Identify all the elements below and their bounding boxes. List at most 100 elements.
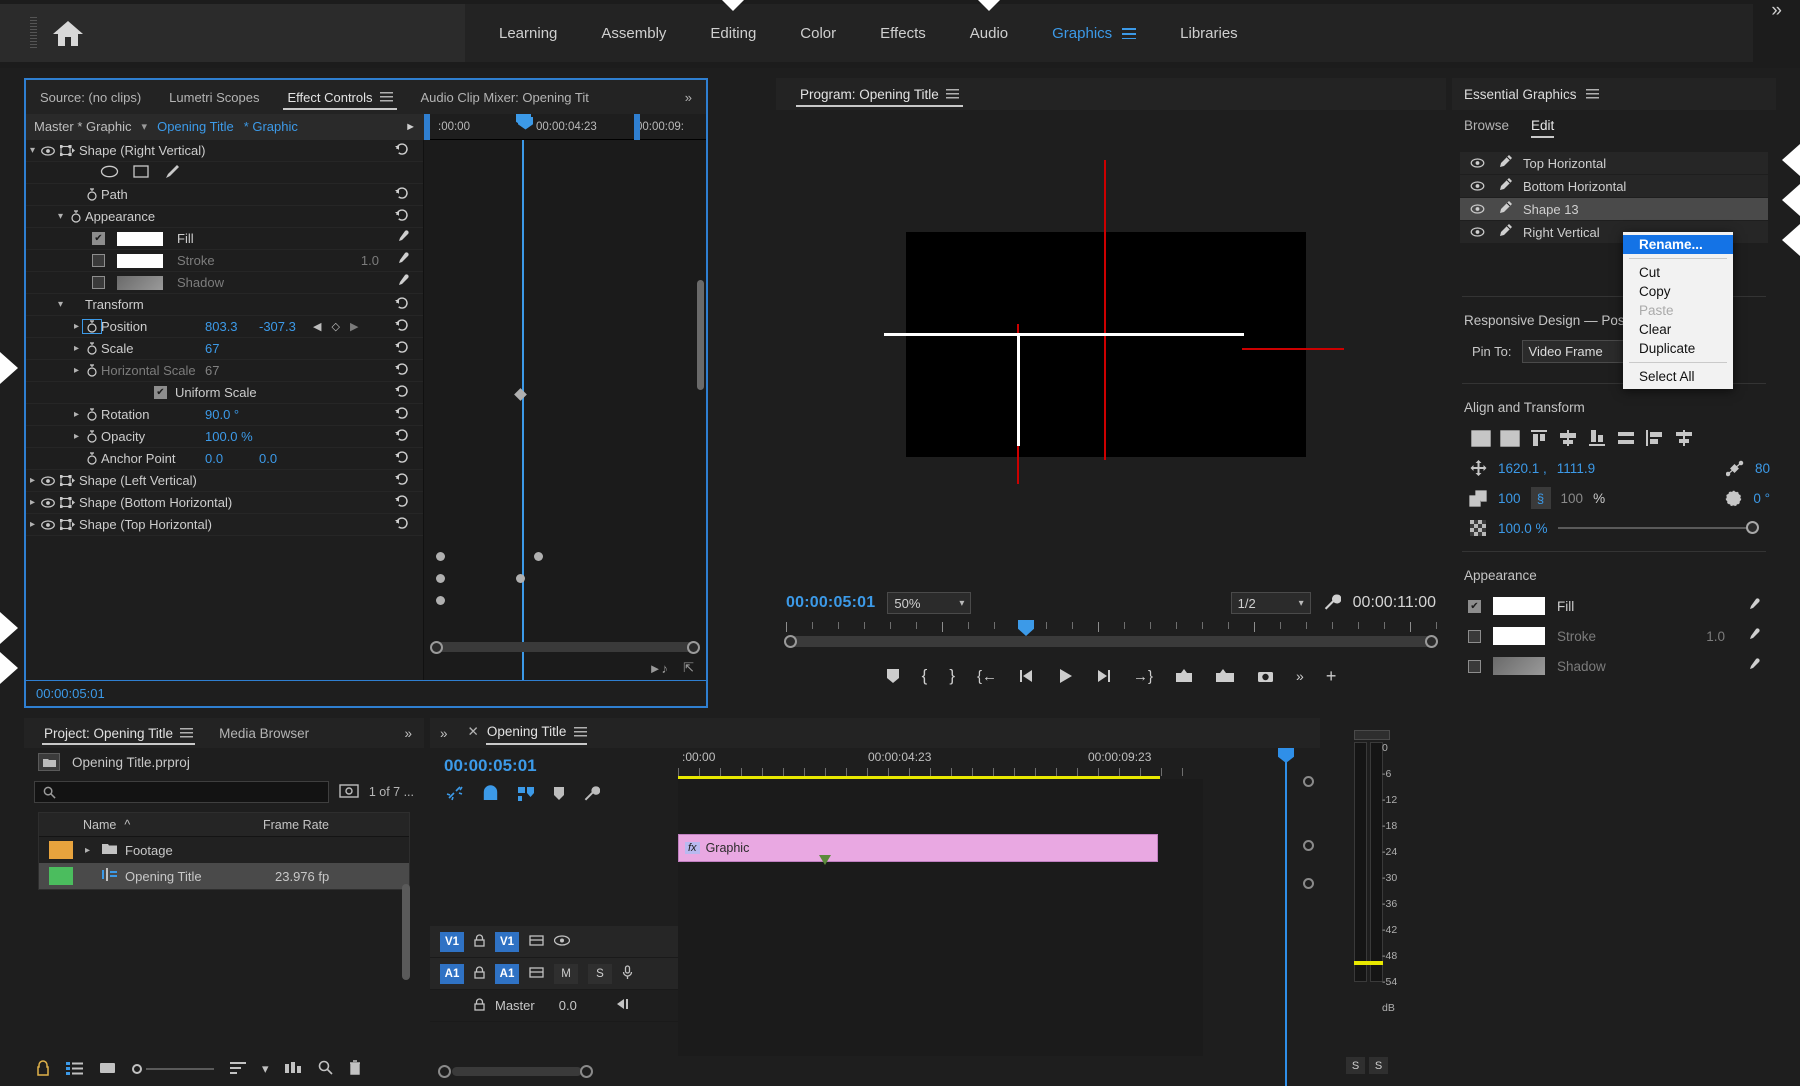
workspace-overflow-button[interactable]: »	[1753, 0, 1800, 68]
close-icon[interactable]: ✕	[468, 724, 479, 740]
color-swatch[interactable]	[117, 254, 163, 268]
timeline-ruler[interactable]: :00:0000:00:04:2300:00:09:23	[678, 748, 1203, 778]
step-forward-icon[interactable]	[1095, 669, 1111, 683]
disclosure-triangle[interactable]: ▾	[54, 211, 67, 222]
lift-icon[interactable]	[1175, 669, 1193, 683]
eye-icon[interactable]	[39, 498, 57, 508]
align-left-icon[interactable]	[1640, 425, 1669, 451]
stopwatch-icon[interactable]	[83, 342, 101, 355]
sync-lock-icon[interactable]	[529, 966, 544, 982]
reset-icon[interactable]	[394, 494, 409, 511]
context-menu-item-duplicate[interactable]: Duplicate	[1623, 339, 1733, 358]
keyframe-playhead[interactable]	[522, 140, 524, 680]
eye-icon[interactable]	[1468, 158, 1486, 168]
property-row[interactable]: ▸Opacity100.0 %	[26, 426, 423, 448]
disclosure-triangle[interactable]: ▸	[70, 409, 83, 420]
linked-selection-icon[interactable]	[446, 785, 464, 805]
timeline-clip-graphic[interactable]: fx Graphic	[678, 834, 1158, 862]
eye-icon[interactable]	[39, 520, 57, 530]
hamburger-icon[interactable]	[1586, 89, 1599, 99]
sort-icon[interactable]	[230, 1061, 246, 1078]
disclosure-triangle[interactable]: ▾	[26, 145, 39, 156]
keyframe-hscrollbar[interactable]	[434, 642, 696, 652]
align-horizontal-center-frame-icon[interactable]	[1466, 425, 1495, 451]
timeline-track-area[interactable]: fx Graphic	[678, 779, 1203, 1056]
disclosure-triangle[interactable]: ▸	[70, 343, 83, 354]
eg-tab-edit[interactable]: Edit	[1531, 118, 1554, 137]
snap-icon[interactable]	[482, 785, 499, 805]
eye-icon[interactable]	[554, 934, 570, 949]
icon-view-icon[interactable]	[99, 1061, 116, 1078]
lock-icon[interactable]	[474, 966, 485, 982]
tab-audio-clip-mixer-opening-tit[interactable]: Audio Clip Mixer: Opening Tit	[407, 81, 603, 113]
move-icon[interactable]	[1468, 460, 1488, 477]
ellipse-tool-icon[interactable]	[100, 165, 119, 181]
appearance-row[interactable]: ✔Fill	[26, 228, 423, 250]
tab-source-no-clips[interactable]: Source: (no clips)	[26, 81, 155, 113]
list-view-icon[interactable]	[66, 1061, 83, 1078]
tab-opening-title[interactable]: ✕ Opening Title	[468, 724, 588, 743]
column-header-frame-rate[interactable]: Frame Rate	[263, 818, 329, 832]
tab-program-monitor[interactable]: Program: Opening Title	[786, 78, 973, 110]
context-menu-item-copy[interactable]: Copy	[1623, 282, 1733, 301]
find-icon[interactable]	[318, 1060, 333, 1078]
context-menu-item-cut[interactable]: Cut	[1623, 263, 1733, 282]
stopwatch-icon[interactable]	[67, 210, 85, 223]
uniform-scale-row[interactable]: ✔Uniform Scale	[26, 382, 423, 404]
keyframe-marker[interactable]	[534, 552, 543, 561]
rotation-icon[interactable]	[1723, 489, 1743, 507]
tab-lumetri-scopes[interactable]: Lumetri Scopes	[155, 81, 273, 113]
eyedropper-icon[interactable]	[396, 230, 409, 247]
appearance-checkbox[interactable]	[1468, 660, 1481, 673]
property-group-row[interactable]: ▾Transform	[26, 294, 423, 316]
zoom-slider-knob[interactable]	[132, 1064, 142, 1074]
timeline-settings-icon[interactable]	[583, 785, 600, 805]
reset-icon[interactable]	[394, 472, 409, 489]
opacity-slider-knob[interactable]	[1746, 521, 1759, 534]
reset-icon[interactable]	[394, 362, 409, 379]
timeline-timecode[interactable]: 00:00:05:01	[430, 748, 678, 782]
next-keyframe-icon[interactable]: ▶	[350, 320, 358, 333]
workspace-tab-color[interactable]: Color	[778, 19, 858, 48]
effect-controls-ruler[interactable]: :00:0000:00:04:2300:00:09:	[424, 114, 706, 140]
context-menu-item-clear[interactable]: Clear	[1623, 320, 1733, 339]
reset-icon[interactable]	[394, 142, 409, 159]
graphics-layer-item[interactable]: Bottom Horizontal	[1460, 175, 1768, 198]
project-tab-project-opening-title[interactable]: Project: Opening Title	[34, 718, 203, 748]
zoom-slider[interactable]	[132, 1064, 214, 1074]
stopwatch-icon[interactable]	[83, 408, 101, 421]
appearance-checkbox[interactable]	[92, 276, 105, 289]
track-header-a1[interactable]: A1 A1 M S	[430, 958, 678, 990]
zoom-level-select[interactable]: 50% ▾	[887, 592, 971, 614]
prev-keyframe-icon[interactable]: ◀	[313, 320, 321, 333]
timeline-hscroll-right[interactable]	[580, 1065, 593, 1078]
anchor-point-icon[interactable]	[1725, 460, 1745, 477]
lock-icon[interactable]	[36, 1060, 50, 1079]
appearance-checkbox[interactable]	[1468, 630, 1481, 643]
keyframe-marker[interactable]	[516, 574, 525, 583]
master-level[interactable]: 0.0	[545, 998, 577, 1013]
property-value[interactable]: 0.0	[205, 451, 259, 466]
reset-icon[interactable]	[394, 318, 409, 335]
go-to-out-icon[interactable]: →}	[1133, 668, 1153, 685]
stopwatch-icon[interactable]	[83, 188, 101, 201]
project-overflow-button[interactable]: »	[404, 726, 424, 741]
audio-track-toggle[interactable]: A1	[440, 964, 464, 984]
color-swatch[interactable]	[1493, 597, 1545, 615]
scale-icon[interactable]	[1468, 490, 1488, 507]
timeline-scroll-handle-mid[interactable]	[1303, 840, 1314, 851]
reset-icon[interactable]	[394, 450, 409, 467]
reset-icon[interactable]	[394, 340, 409, 357]
eyedropper-icon[interactable]	[396, 274, 409, 291]
opacity-slider[interactable]	[1558, 527, 1752, 529]
appearance-row[interactable]: Shadow	[26, 272, 423, 294]
scrubber-bar[interactable]	[786, 636, 1436, 647]
opacity-value[interactable]: 100.0 %	[1498, 521, 1548, 536]
lock-icon[interactable]	[474, 998, 485, 1014]
eye-icon[interactable]	[1468, 181, 1486, 191]
hamburger-icon[interactable]	[380, 92, 393, 102]
sync-lock-icon[interactable]	[529, 934, 544, 950]
track-header-master[interactable]: Master 0.0	[430, 990, 678, 1022]
keyframe-marker[interactable]	[436, 552, 445, 561]
appearance-checkbox[interactable]: ✔	[1468, 600, 1481, 613]
